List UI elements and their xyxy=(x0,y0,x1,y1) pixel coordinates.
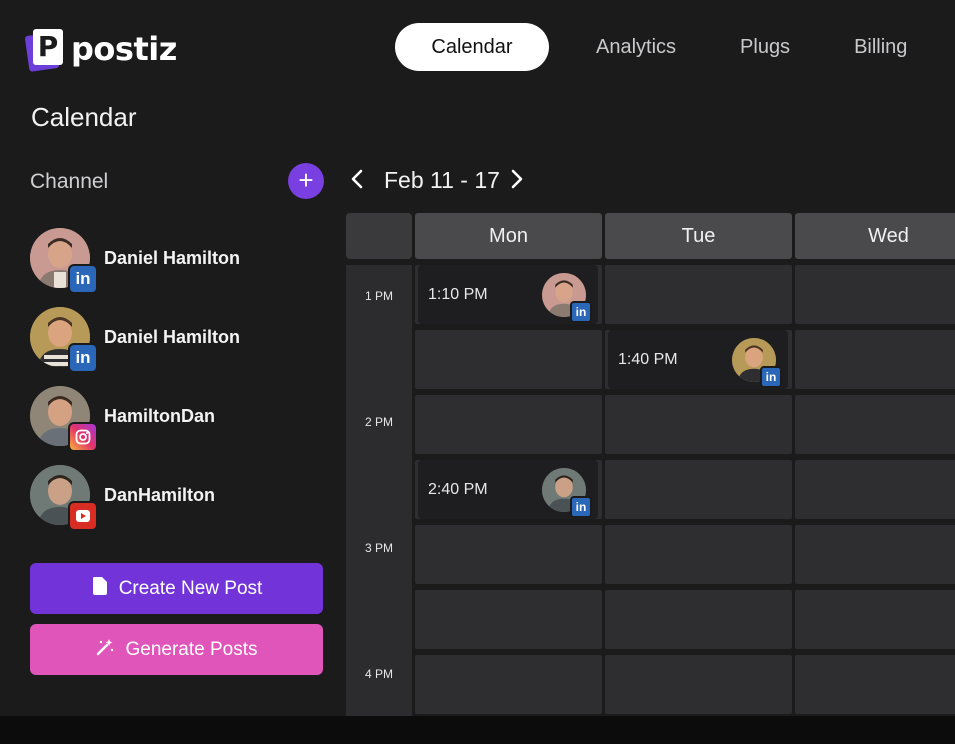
channel-name: Daniel Hamilton xyxy=(104,326,241,347)
calendar-corner xyxy=(346,213,412,259)
time-slot[interactable] xyxy=(795,525,955,584)
time-slot[interactable] xyxy=(415,330,602,389)
tab-plugs[interactable]: Plugs xyxy=(740,23,790,71)
bottom-bar xyxy=(0,716,955,744)
postiz-logo[interactable]: P postiz xyxy=(24,28,177,72)
channel-avatar: in xyxy=(30,228,98,294)
channel-name: Daniel Hamilton xyxy=(104,247,241,268)
channel-name: HamiltonDan xyxy=(104,405,216,426)
post-time: 1:40 PM xyxy=(618,350,678,368)
time-label: 3 PM xyxy=(364,541,393,555)
day-header-tue: Tue xyxy=(605,213,792,259)
chevron-right-icon[interactable] xyxy=(506,166,528,199)
linkedin-icon: in xyxy=(760,366,782,388)
post-avatar: in xyxy=(542,273,592,323)
scheduled-post[interactable]: 1:40 PM in xyxy=(608,330,788,389)
create-new-post-button[interactable]: Create New Post xyxy=(30,563,323,614)
scheduled-post[interactable]: 1:10 PM in xyxy=(418,265,598,324)
linkedin-icon: in xyxy=(570,496,592,518)
tab-billing[interactable]: Billing xyxy=(854,23,907,71)
scheduled-post[interactable]: 2:40 PM in xyxy=(418,460,598,519)
channel-item[interactable]: DanHamilton xyxy=(30,465,216,531)
time-label: 1 PM xyxy=(364,289,393,303)
youtube-icon xyxy=(68,501,98,531)
time-slot[interactable] xyxy=(605,655,792,714)
channel-item[interactable]: HamiltonDan xyxy=(30,386,216,452)
channel-name: DanHamilton xyxy=(104,484,216,505)
tab-calendar[interactable]: Calendar xyxy=(395,23,549,71)
time-slot[interactable] xyxy=(415,590,602,649)
day-header-wed: Wed xyxy=(795,213,955,259)
document-icon xyxy=(91,576,109,602)
chevron-left-icon[interactable] xyxy=(346,166,368,199)
main-nav: Calendar Analytics Plugs Billing xyxy=(395,23,907,71)
time-label: 4 PM xyxy=(364,667,393,681)
linkedin-icon: in xyxy=(68,343,98,373)
time-label: 2 PM xyxy=(364,415,393,429)
add-channel-button[interactable]: + xyxy=(288,163,324,199)
app-window: P postiz Calendar Analytics Plugs Billin… xyxy=(0,0,955,744)
channel-label: Channel xyxy=(30,170,109,193)
time-slot[interactable] xyxy=(605,590,792,649)
channel-avatar xyxy=(30,386,98,452)
time-slot[interactable] xyxy=(415,395,602,454)
time-slot[interactable] xyxy=(795,655,955,714)
magic-wand-icon xyxy=(95,637,115,663)
tab-analytics[interactable]: Analytics xyxy=(596,23,676,71)
channel-item[interactable]: in Daniel Hamilton xyxy=(30,228,241,294)
linkedin-icon: in xyxy=(68,264,98,294)
create-new-post-label: Create New Post xyxy=(118,577,263,599)
linkedin-icon: in xyxy=(570,301,592,323)
post-avatar: in xyxy=(732,338,782,388)
channel-item[interactable]: in Daniel Hamilton xyxy=(30,307,241,373)
logo-text: postiz xyxy=(71,30,177,68)
time-slot[interactable] xyxy=(795,330,955,389)
time-slot[interactable] xyxy=(605,525,792,584)
day-header-mon: Mon xyxy=(415,213,602,259)
time-slot[interactable] xyxy=(795,395,955,454)
time-slot[interactable] xyxy=(795,590,955,649)
time-slot[interactable] xyxy=(415,525,602,584)
instagram-icon xyxy=(68,422,98,452)
channel-avatar: in xyxy=(30,307,98,373)
time-slot[interactable] xyxy=(605,395,792,454)
time-slot[interactable] xyxy=(605,460,792,519)
generate-posts-button[interactable]: Generate Posts xyxy=(30,624,323,675)
logo-mark-icon: P xyxy=(24,28,65,72)
time-column: 1 PM 2 PM 3 PM 4 PM xyxy=(346,265,412,720)
time-slot[interactable] xyxy=(795,460,955,519)
generate-posts-label: Generate Posts xyxy=(125,638,258,660)
channel-avatar xyxy=(30,465,98,531)
plus-icon: + xyxy=(298,165,314,195)
post-avatar: in xyxy=(542,468,592,518)
week-range-label: Feb 11 - 17 xyxy=(384,167,500,193)
time-slot[interactable] xyxy=(605,265,792,324)
time-slot[interactable] xyxy=(795,265,955,324)
time-slot[interactable] xyxy=(415,655,602,714)
post-time: 2:40 PM xyxy=(428,480,488,498)
post-time: 1:10 PM xyxy=(428,285,488,303)
page-title: Calendar xyxy=(31,102,137,132)
